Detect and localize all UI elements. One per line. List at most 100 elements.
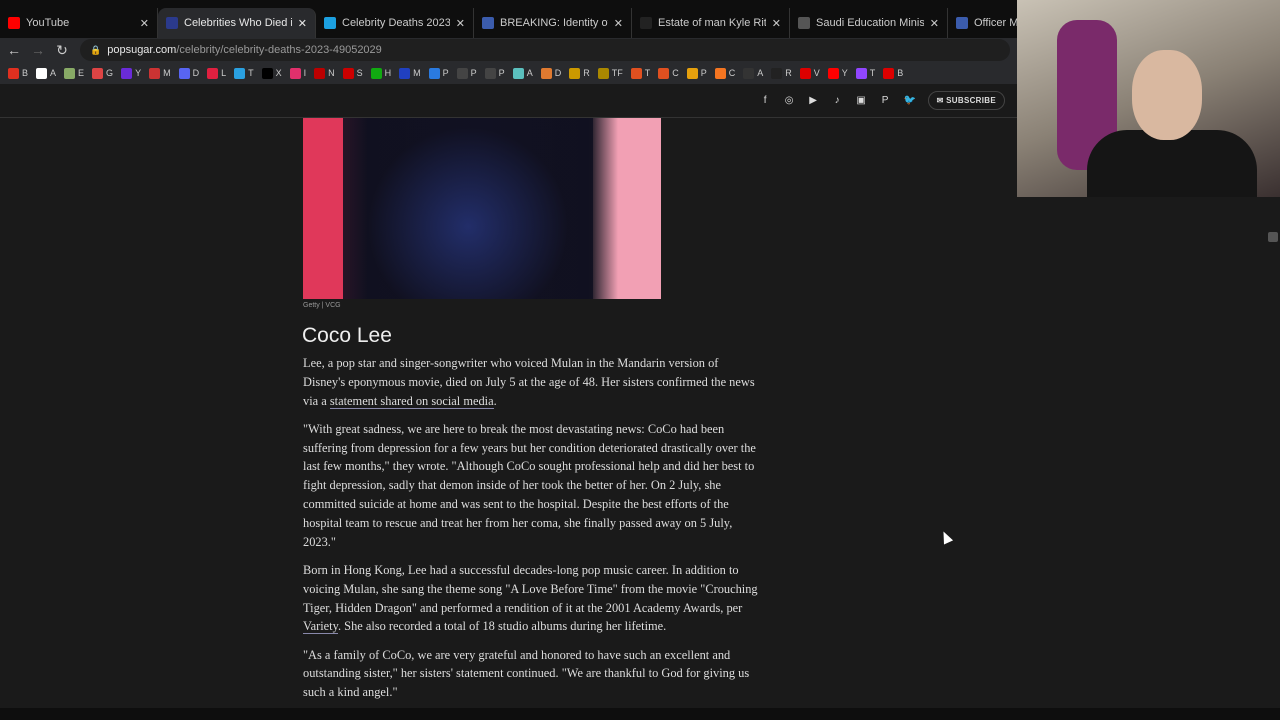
variety-link[interactable]: Variety xyxy=(303,619,338,635)
section-heading: Coco Lee xyxy=(302,324,392,347)
bookmark[interactable]: X xyxy=(261,67,282,79)
paragraph: "With great sadness, we are here to brea… xyxy=(303,421,756,549)
close-tab-icon[interactable]: ✕ xyxy=(456,17,465,30)
bookmark-icon xyxy=(743,67,755,79)
bookmark-icon xyxy=(289,67,301,79)
bookmark-icon xyxy=(686,67,698,79)
bookmark-icon xyxy=(658,67,670,79)
close-tab-icon[interactable]: ✕ xyxy=(298,17,307,30)
close-tab-icon[interactable]: ✕ xyxy=(930,17,939,30)
bookmark[interactable]: G xyxy=(92,67,114,79)
flipboard-icon[interactable]: ▣ xyxy=(856,95,867,106)
bookmark[interactable]: P xyxy=(456,67,477,79)
tab[interactable]: YouTube ✕ xyxy=(0,8,158,38)
bookmark-icon xyxy=(799,67,811,79)
bookmark-icon xyxy=(428,67,440,79)
tab-title: Saudi Education Ministry directi xyxy=(816,17,924,29)
facebook-icon[interactable]: f xyxy=(760,95,771,106)
text: . She also recorded a total of 18 studio… xyxy=(337,619,667,634)
tab[interactable]: Celebrity Deaths 2023 - USA TO ✕ xyxy=(316,8,474,38)
bookmark[interactable]: T xyxy=(234,67,254,79)
bookmark-icon xyxy=(314,67,326,79)
bookmark-label: C xyxy=(672,68,679,78)
bookmark-label: X xyxy=(275,68,282,78)
bookmark-icon xyxy=(883,67,895,79)
bookmark[interactable]: H xyxy=(370,67,392,79)
bookmark[interactable]: M xyxy=(149,67,171,79)
bookmark[interactable]: V xyxy=(799,67,820,79)
tab[interactable]: Estate of man Kyle Rittenhouse ✕ xyxy=(632,8,790,38)
tab[interactable]: Celebrities Who Died in 2023 | P ✕ xyxy=(158,8,316,38)
tab-title: Celebrities Who Died in 2023 | P xyxy=(184,17,292,29)
bookmark-label: S xyxy=(356,68,363,78)
reload-icon[interactable]: ↻ xyxy=(52,42,72,59)
social-media-link[interactable]: statement shared on social media xyxy=(329,393,494,409)
bookmark-label: D xyxy=(554,68,562,78)
bookmark-label: I xyxy=(303,68,307,78)
bookmark[interactable]: D xyxy=(540,67,562,79)
tab[interactable]: BREAKING: Identity of Jacksonvil ✕ xyxy=(474,8,632,38)
pinterest-icon[interactable]: P xyxy=(880,95,891,106)
tiktok-icon[interactable]: ♪ xyxy=(832,95,843,106)
scrollbar-thumb[interactable] xyxy=(1268,232,1278,242)
close-tab-icon[interactable]: ✕ xyxy=(614,17,623,30)
bookmark-label: H xyxy=(384,68,392,78)
bookmark-icon xyxy=(630,67,642,79)
bookmark[interactable]: C xyxy=(714,67,736,79)
favicon-icon xyxy=(8,17,20,29)
bookmark[interactable]: TF xyxy=(597,67,623,79)
bookmark[interactable]: R xyxy=(771,67,792,79)
bookmark[interactable]: A xyxy=(36,67,56,79)
bookmark[interactable]: D xyxy=(178,67,199,79)
bookmark[interactable]: T xyxy=(855,67,875,79)
favicon-icon xyxy=(956,17,968,29)
mouse-cursor xyxy=(938,529,954,545)
tab[interactable]: Saudi Education Ministry directi ✕ xyxy=(790,8,948,38)
bookmark[interactable]: M xyxy=(399,67,421,79)
close-tab-icon[interactable]: ✕ xyxy=(140,17,149,30)
bookmark[interactable]: B xyxy=(8,67,28,79)
bookmark-label: C xyxy=(728,68,736,78)
bookmark-label: N xyxy=(328,68,335,78)
bookmark-label: B xyxy=(897,68,904,78)
back-icon[interactable]: ← xyxy=(4,42,24,58)
bookmark[interactable]: P xyxy=(428,67,449,79)
bookmark-label: L xyxy=(221,68,227,78)
bookmark-icon xyxy=(36,67,48,79)
bookmark[interactable]: A xyxy=(512,67,533,79)
close-tab-icon[interactable]: ✕ xyxy=(772,17,781,30)
twitter-icon[interactable]: 🐦 xyxy=(904,95,916,106)
youtube-icon[interactable]: ▶ xyxy=(808,95,819,106)
bookmark-label: P xyxy=(470,68,477,78)
bookmark[interactable]: A xyxy=(743,67,764,79)
bookmark[interactable]: Y xyxy=(827,67,848,79)
paragraph: Born in Hong Kong, Lee had a successful … xyxy=(303,561,763,636)
bookmark[interactable]: R xyxy=(569,67,590,79)
bookmark-icon xyxy=(178,67,190,79)
bookmark-label: TF xyxy=(611,68,623,78)
bookmark[interactable]: T xyxy=(630,67,650,79)
bookmark-label: R xyxy=(785,68,792,78)
bookmark[interactable]: L xyxy=(207,67,227,79)
bookmark[interactable]: I xyxy=(289,67,307,79)
bookmark-label: Y xyxy=(841,68,848,78)
forward-icon[interactable]: → xyxy=(28,42,48,58)
bookmark-label: G xyxy=(106,68,114,78)
bookmark[interactable]: E xyxy=(64,67,84,79)
bookmark-icon xyxy=(234,67,246,79)
bookmark[interactable]: C xyxy=(658,67,679,79)
bookmark[interactable]: Y xyxy=(121,67,141,79)
webcam-overlay xyxy=(1017,0,1280,197)
bookmark[interactable]: N xyxy=(314,67,335,79)
address-bar[interactable]: 🔒 popsugar.com/celebrity/celebrity-death… xyxy=(80,39,1010,61)
bookmark[interactable]: P xyxy=(484,67,505,79)
subscribe-button[interactable]: ✉ SUBSCRIBE xyxy=(927,91,1005,110)
bookmark[interactable]: B xyxy=(883,67,904,79)
url-path: /celebrity/celebrity-deaths-2023-4905202… xyxy=(176,44,382,56)
bookmark[interactable]: P xyxy=(686,67,707,79)
bookmark-label: A xyxy=(757,68,764,78)
text: . xyxy=(493,393,497,408)
tab-title: YouTube xyxy=(26,17,70,29)
bookmark[interactable]: S xyxy=(342,67,363,79)
instagram-icon[interactable]: ◎ xyxy=(784,95,795,106)
